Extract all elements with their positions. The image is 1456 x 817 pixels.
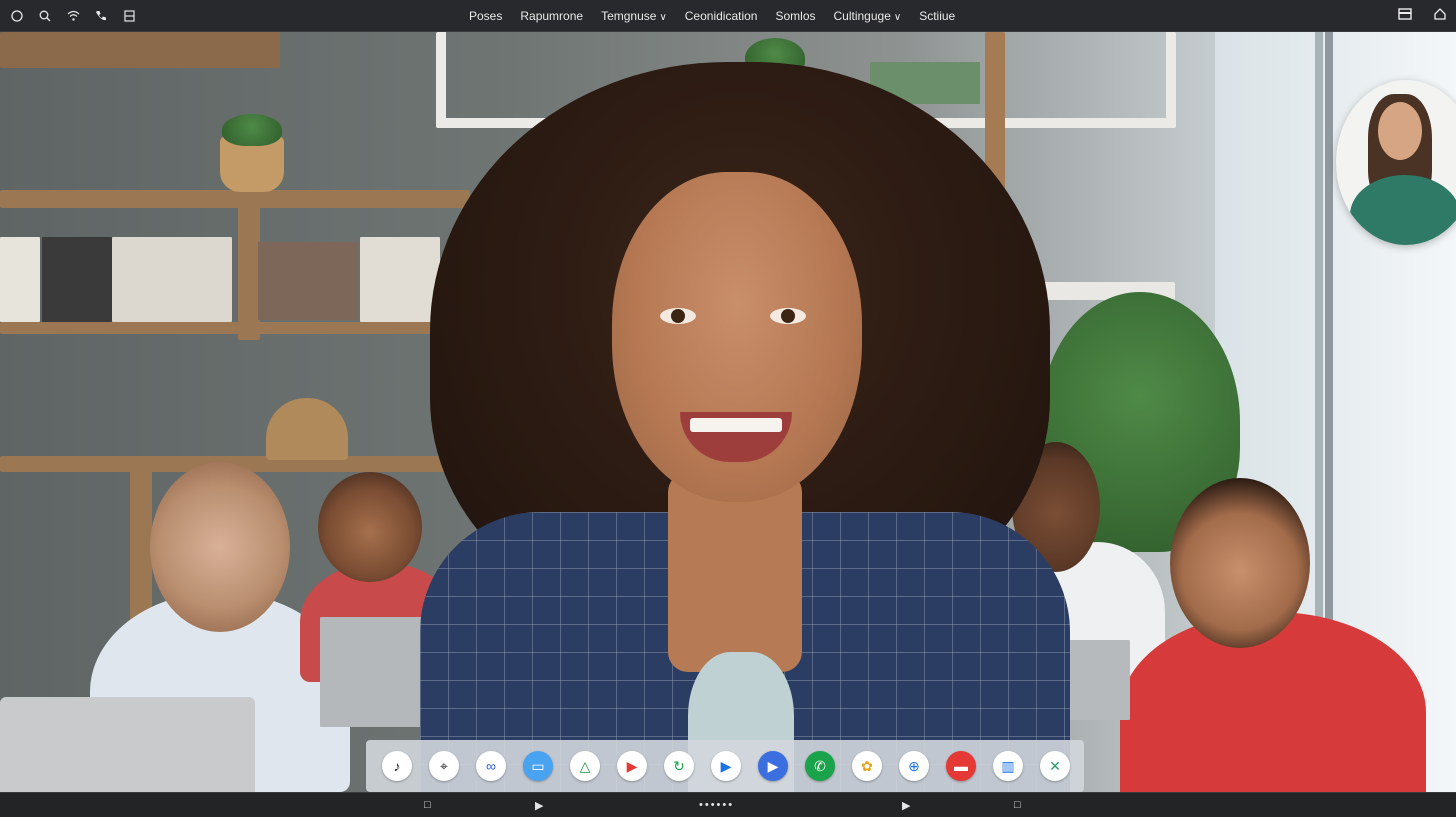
menu-item-ceonidication[interactable]: Ceonidication: [685, 9, 758, 23]
menu-item-poses[interactable]: Poses: [469, 9, 502, 23]
menu-label: Sctiiue: [919, 8, 956, 23]
menu-label: Rapumrone: [520, 8, 584, 23]
laptop: [0, 697, 255, 792]
menu-label: Temgnuse: [601, 8, 657, 23]
cast-icon[interactable]: ▭: [523, 751, 553, 781]
chevron-down-icon: ∨: [893, 11, 902, 23]
files-icon[interactable]: ▥: [993, 751, 1023, 781]
menu-item-rapumrone[interactable]: Rapumrone: [520, 9, 583, 23]
square-icon[interactable]: □: [424, 793, 431, 817]
play-icon[interactable]: ▶: [902, 793, 910, 817]
music-icon[interactable]: ♪: [382, 751, 412, 781]
menu-item-somlos[interactable]: Somlos: [775, 9, 815, 23]
shelf: [0, 32, 280, 68]
square-icon-right[interactable]: □: [1014, 793, 1021, 817]
main-speaker-neck: [668, 472, 802, 672]
home-icon[interactable]: [1434, 7, 1446, 25]
circle-icon[interactable]: [10, 9, 24, 23]
sync-icon[interactable]: ↻: [664, 751, 694, 781]
app-dock: ♪ ⌖ ∞ ▭ △ ▶ ↻ ▶ ▶ ✆ ✿ ⊕ ▬ ▥ ✕: [366, 740, 1084, 792]
search-icon[interactable]: [38, 9, 52, 23]
main-speaker-eye: [770, 308, 806, 324]
book: [258, 242, 358, 320]
main-speaker-eye: [660, 308, 696, 324]
play-store-icon[interactable]: ▶: [711, 751, 741, 781]
plant: [222, 114, 282, 146]
grid-icon[interactable]: [122, 9, 136, 23]
book: [42, 237, 112, 322]
background-person-head: [150, 462, 290, 632]
photos-icon[interactable]: ✿: [852, 751, 882, 781]
window-icon[interactable]: [1398, 7, 1412, 25]
menu-label: Somlos: [775, 8, 816, 23]
top-right-icons: [1398, 0, 1446, 31]
self-view-face: [1378, 102, 1422, 160]
drive-icon[interactable]: △: [570, 751, 600, 781]
book: [360, 237, 440, 322]
shelf: [238, 190, 260, 340]
wifi-icon[interactable]: [66, 9, 80, 23]
self-view-body: [1350, 175, 1456, 245]
maps-icon[interactable]: ⌖: [429, 751, 459, 781]
messages-icon[interactable]: ▬: [946, 751, 976, 781]
video-feed: [0, 32, 1456, 792]
top-bar: Poses Rapumrone Temgnuse ∨ Ceonidication …: [0, 0, 1456, 32]
top-menu: Poses Rapumrone Temgnuse ∨ Ceonidication …: [469, 0, 955, 31]
phone-icon[interactable]: [94, 9, 108, 23]
shelf: [0, 322, 470, 334]
chevron-down-icon: ∨: [659, 11, 667, 23]
phone-call-icon[interactable]: ✆: [805, 751, 835, 781]
video-play-icon[interactable]: ▶: [758, 751, 788, 781]
background-person-head: [1170, 478, 1310, 648]
top-left-icons: [10, 0, 136, 31]
meta-icon[interactable]: ∞: [476, 751, 506, 781]
book: [112, 237, 232, 322]
bottom-bar: □ ▶ •••••• ▶ □: [0, 792, 1456, 817]
globe-icon[interactable]: ⊕: [899, 751, 929, 781]
page-dots[interactable]: ••••••: [699, 793, 734, 817]
menu-item-temgnuse[interactable]: Temgnuse ∨: [601, 9, 667, 23]
menu-label: Poses: [469, 8, 503, 23]
menu-label: Cultinguge: [833, 8, 891, 23]
youtube-icon[interactable]: ▶: [617, 751, 647, 781]
tools-icon[interactable]: ✕: [1040, 751, 1070, 781]
clock: [266, 398, 348, 460]
book: [0, 237, 40, 322]
menu-item-sctiiue[interactable]: Sctiiue: [919, 9, 955, 23]
background-person-head: [318, 472, 422, 582]
menu-label: Ceonidication: [684, 8, 758, 23]
shelf: [0, 190, 470, 208]
menu-item-cultinguge[interactable]: Cultinguge ∨: [834, 9, 902, 23]
skip-icon[interactable]: ▶: [535, 793, 543, 817]
